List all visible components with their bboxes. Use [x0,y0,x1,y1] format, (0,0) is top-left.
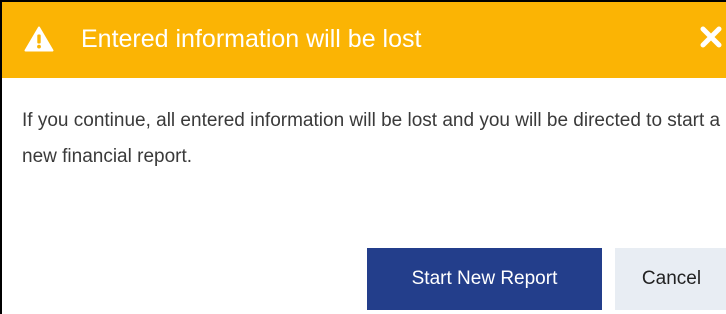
dialog-message: If you continue, all entered information… [22,110,721,167]
warning-triangle-icon [24,26,54,52]
start-new-report-button[interactable]: Start New Report [367,248,602,310]
dialog-title: Entered information will be lost [81,25,422,53]
cancel-button[interactable]: Cancel [615,248,726,310]
close-icon[interactable] [700,26,722,48]
dialog-header: Entered information will be lost [2,2,726,78]
warning-dialog: Entered information will be lost If you … [0,0,726,314]
